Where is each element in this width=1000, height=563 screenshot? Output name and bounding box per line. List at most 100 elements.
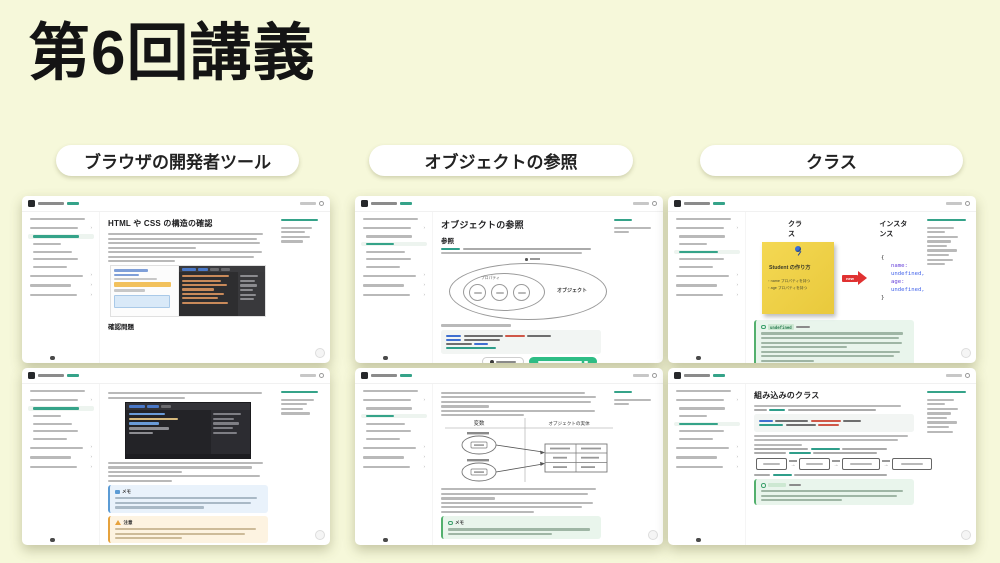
sidebar-item[interactable] — [674, 217, 740, 221]
run-playground-button[interactable] — [529, 357, 597, 363]
scroll-top-button[interactable] — [315, 348, 325, 358]
link-placeholder[interactable] — [281, 403, 307, 405]
sidebar-item[interactable]: › — [28, 464, 94, 471]
inline-link-placeholder[interactable] — [773, 474, 792, 476]
link-placeholder[interactable] — [281, 236, 310, 238]
link-placeholder[interactable] — [927, 249, 957, 251]
sidebar-item[interactable] — [28, 250, 94, 254]
inline-link-placeholder[interactable] — [769, 409, 785, 411]
sidebar-item[interactable]: › — [361, 282, 427, 289]
sidebar-item[interactable]: › — [361, 397, 427, 404]
sidebar-item[interactable] — [361, 242, 427, 246]
github-icon[interactable] — [696, 538, 701, 543]
sidebar-item[interactable]: › — [361, 272, 427, 279]
sidebar-item[interactable] — [674, 429, 740, 433]
scroll-top-button[interactable] — [648, 530, 658, 540]
toc-link-active[interactable] — [281, 391, 318, 393]
link-placeholder[interactable] — [927, 263, 945, 265]
sidebar-item[interactable]: › — [361, 225, 427, 232]
sidebar-item[interactable]: › — [361, 464, 427, 471]
sidebar-item[interactable] — [361, 257, 427, 261]
header-link-placeholder[interactable] — [713, 374, 725, 376]
sidebar-item[interactable] — [361, 234, 427, 238]
header-link-placeholder[interactable] — [400, 202, 412, 204]
sidebar-item[interactable] — [361, 250, 427, 254]
link-placeholder[interactable] — [927, 412, 951, 414]
sidebar-item[interactable] — [28, 406, 94, 410]
sidebar-item[interactable]: › — [674, 225, 740, 232]
inline-link-placeholder[interactable] — [789, 452, 811, 454]
link-placeholder[interactable] — [927, 236, 958, 238]
devtools-tab[interactable] — [147, 405, 159, 408]
sidebar-item[interactable] — [28, 234, 94, 238]
github-icon[interactable] — [50, 538, 55, 543]
sidebar-item[interactable]: › — [674, 444, 740, 451]
sidebar-item[interactable]: › — [28, 454, 94, 461]
link-placeholder[interactable] — [927, 240, 951, 242]
link-placeholder[interactable] — [281, 227, 312, 229]
link-placeholder[interactable] — [927, 259, 953, 261]
toc-link-active[interactable] — [927, 219, 966, 221]
devtools-tab[interactable] — [182, 268, 196, 271]
sidebar-item[interactable]: › — [674, 282, 740, 289]
sidebar-item[interactable] — [361, 406, 427, 410]
sidebar-item[interactable] — [361, 389, 427, 393]
sidebar-item[interactable]: › — [674, 272, 740, 279]
sidebar-item[interactable]: › — [674, 454, 740, 461]
devtools-tab[interactable] — [161, 405, 171, 408]
toc-link-active[interactable] — [614, 219, 632, 221]
sidebar-item[interactable]: › — [674, 464, 740, 471]
sidebar-item[interactable] — [28, 414, 94, 418]
link-placeholder[interactable] — [281, 231, 305, 233]
sidebar-item[interactable] — [361, 265, 427, 269]
devtools-tab[interactable] — [210, 268, 219, 271]
sidebar-item[interactable] — [28, 389, 94, 393]
devtools-tab[interactable] — [221, 268, 230, 271]
sidebar-item[interactable] — [674, 389, 740, 393]
scroll-top-button[interactable] — [315, 530, 325, 540]
github-icon[interactable] — [383, 538, 388, 543]
header-link-placeholder[interactable] — [67, 374, 79, 376]
sidebar-item[interactable] — [361, 217, 427, 221]
link-placeholder[interactable] — [281, 408, 303, 410]
sidebar-item[interactable] — [361, 422, 427, 426]
devtools-tab[interactable] — [129, 405, 145, 408]
sidebar-item[interactable] — [361, 414, 427, 418]
link-placeholder[interactable] — [927, 254, 949, 256]
header-link-placeholder[interactable] — [400, 374, 412, 376]
devtools-tab[interactable] — [198, 268, 208, 271]
github-icon[interactable] — [696, 356, 701, 361]
header-link-placeholder[interactable] — [67, 202, 79, 204]
sidebar-item[interactable] — [674, 437, 740, 441]
link-placeholder[interactable] — [927, 426, 949, 428]
help-icon[interactable] — [319, 373, 325, 379]
github-icon[interactable] — [383, 356, 388, 361]
sidebar-item[interactable] — [28, 242, 94, 246]
sidebar-item[interactable]: › — [361, 444, 427, 451]
sidebar-item[interactable]: › — [28, 225, 94, 232]
scroll-top-button[interactable] — [961, 530, 971, 540]
sidebar-item[interactable] — [28, 217, 94, 221]
help-icon[interactable] — [319, 201, 325, 207]
link-placeholder[interactable] — [281, 399, 314, 401]
link-placeholder[interactable] — [927, 408, 958, 410]
toc-link-active[interactable] — [281, 219, 318, 221]
toc-link-active[interactable] — [927, 391, 966, 393]
inline-link-placeholder[interactable] — [811, 448, 840, 450]
sidebar-item[interactable] — [28, 422, 94, 426]
link-placeholder[interactable] — [927, 399, 954, 401]
link-placeholder[interactable] — [614, 227, 651, 229]
sidebar-item[interactable] — [28, 265, 94, 269]
sidebar-item[interactable] — [674, 414, 740, 418]
help-icon[interactable] — [965, 201, 971, 207]
sidebar-item[interactable] — [674, 250, 740, 254]
link-placeholder[interactable] — [927, 227, 954, 229]
sidebar-item[interactable] — [674, 242, 740, 246]
help-icon[interactable] — [965, 373, 971, 379]
sidebar-item[interactable] — [674, 406, 740, 410]
inline-link-placeholder[interactable] — [441, 248, 460, 250]
link-placeholder[interactable] — [614, 403, 629, 405]
sidebar-item[interactable] — [674, 234, 740, 238]
sidebar-item[interactable]: › — [674, 397, 740, 404]
sidebar-item[interactable]: › — [28, 282, 94, 289]
